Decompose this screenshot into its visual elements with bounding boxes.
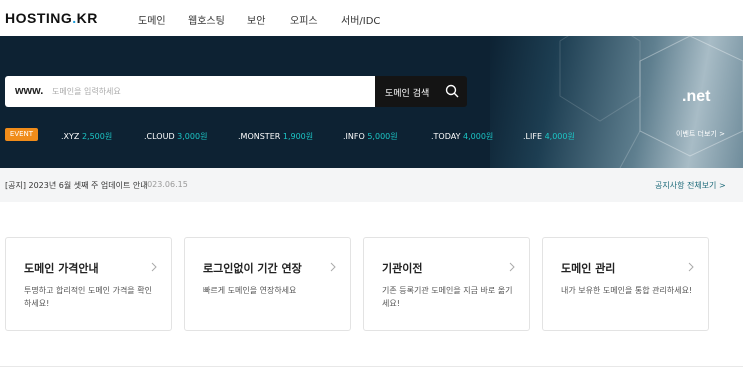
logo-main: HOSTING (5, 10, 73, 26)
card-registrar-transfer[interactable]: 기관이전 기존 등록기관 도메인을 지금 바로 옮기세요! (363, 237, 530, 331)
chevron-right-icon (509, 262, 515, 272)
tld-price: 5,000원 (367, 132, 398, 141)
notice-view-all-link[interactable]: 공지사항 전체보기 > (655, 180, 726, 191)
domain-search-input[interactable] (52, 82, 362, 101)
nav-domain[interactable]: 도메인 (138, 12, 166, 27)
tld-price-item[interactable]: .TODAY 4,000원 (431, 131, 493, 142)
notice-date: 2023.06.15 (142, 180, 188, 189)
hosting-kr-logo[interactable]: HOSTING.KR (5, 10, 98, 26)
chevron-right-icon (151, 262, 157, 272)
nav-security[interactable]: 보안 (247, 12, 265, 27)
card-title: 로그인없이 기간 연장 (203, 262, 302, 275)
tld-name: .XYZ (61, 132, 80, 141)
tld-name: .CLOUD (144, 132, 175, 141)
tld-price-item[interactable]: .LIFE 4,000원 (523, 131, 575, 142)
card-description: 내가 보유한 도메인을 통합 관리하세요! (561, 286, 693, 295)
card-description: 투명하고 합리적인 도메인 가격을 확인하세요! (24, 286, 152, 308)
search-www-prefix: www. (15, 85, 44, 97)
tld-name: .LIFE (523, 132, 543, 141)
event-more-link[interactable]: 이벤트 더보기 > (676, 129, 725, 139)
domain-search-box: www. (5, 76, 375, 107)
tld-price-item[interactable]: .MONSTER 1,900원 (238, 131, 313, 142)
notice-bar: [공지] 2023년 6월 셋째 주 업데이트 안내 2023.06.15 공지… (0, 168, 743, 202)
site-header: HOSTING.KR 도메인 웹호스팅 보안 오피스 서버/IDC (0, 0, 743, 36)
tld-price-item[interactable]: .XYZ 2,500원 (61, 131, 112, 142)
nav-office[interactable]: 오피스 (290, 12, 318, 27)
tld-price: 4,000원 (544, 132, 575, 141)
tld-price-item[interactable]: .INFO 5,000원 (343, 131, 398, 142)
search-icon (445, 84, 459, 98)
domain-search-button[interactable]: 도메인 검색 (375, 76, 467, 107)
tld-price: 3,000원 (177, 132, 208, 141)
tld-price: 1,900원 (282, 132, 314, 141)
logo-suffix: KR (76, 10, 98, 26)
card-domain-pricing[interactable]: 도메인 가격안내 투명하고 합리적인 도메인 가격을 확인하세요! (5, 237, 172, 331)
section-divider (0, 366, 743, 367)
card-renew-without-login[interactable]: 로그인없이 기간 연장 빠르게 도메인을 연장하세요 (184, 237, 351, 331)
nav-server-idc[interactable]: 서버/IDC (341, 12, 380, 27)
card-domain-management[interactable]: 도메인 관리 내가 보유한 도메인을 통합 관리하세요! (542, 237, 709, 331)
tld-price-item[interactable]: .CLOUD 3,000원 (144, 131, 207, 142)
event-badge: EVENT (5, 128, 38, 141)
hero-banner: .net 이벤트 더보기 > www. 도메인 검색 EVENT .XYZ 2,… (0, 36, 743, 168)
card-description: 기존 등록기관 도메인을 지금 바로 옮기세요! (382, 286, 513, 308)
notice-title-link[interactable]: [공지] 2023년 6월 셋째 주 업데이트 안내 (5, 180, 148, 191)
card-title: 도메인 가격안내 (24, 262, 99, 275)
card-title: 기관이전 (382, 262, 423, 275)
tld-name: .MONSTER (238, 132, 281, 141)
promo-net-label: .net (682, 88, 711, 105)
search-button-label: 도메인 검색 (385, 89, 430, 99)
chevron-right-icon (330, 262, 336, 272)
tld-name: .TODAY (431, 132, 461, 141)
nav-web-hosting[interactable]: 웹호스팅 (188, 12, 225, 27)
tld-price: 2,500원 (81, 132, 113, 141)
card-description: 빠르게 도메인을 연장하세요 (203, 286, 297, 295)
tld-name: .INFO (343, 132, 365, 141)
card-title: 도메인 관리 (561, 262, 616, 275)
tld-price: 4,000원 (463, 132, 494, 141)
chevron-right-icon (688, 262, 694, 272)
